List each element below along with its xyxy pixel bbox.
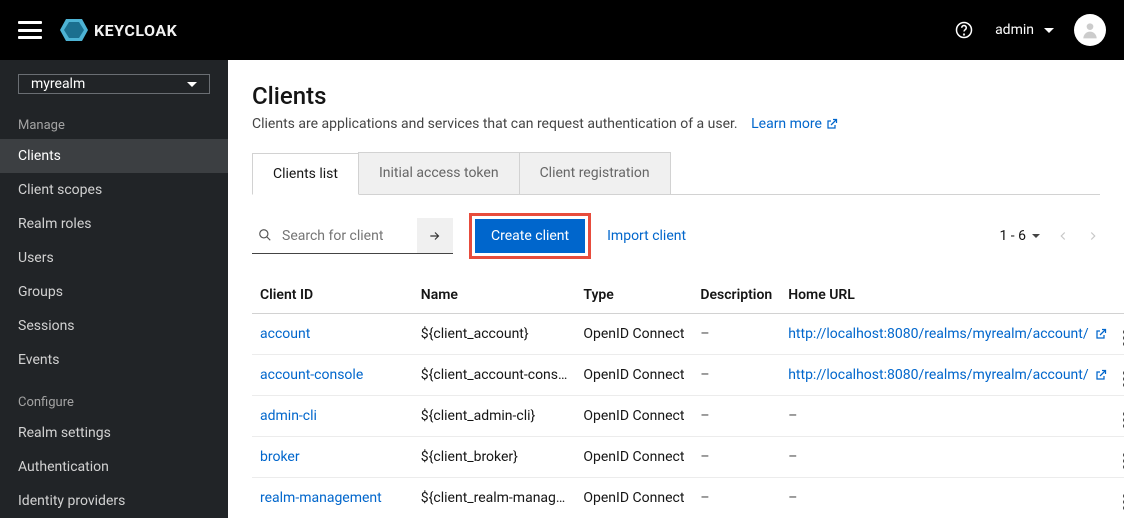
- client-name: ${client_broker}: [413, 437, 576, 478]
- external-link-icon: [826, 118, 838, 130]
- client-row: account ${client_account}OpenID Connect– h…: [252, 314, 1124, 355]
- client-desc: –: [700, 408, 709, 424]
- next-page[interactable]: [1086, 229, 1100, 243]
- client-row: account-console ${client_account-cons…Ope…: [252, 355, 1124, 396]
- brand-logo[interactable]: KEYCLOAK: [60, 19, 177, 41]
- user-icon: [1080, 20, 1100, 40]
- external-link-icon: [1095, 328, 1107, 340]
- page-title: Clients: [252, 82, 1100, 110]
- external-link-icon: [1095, 369, 1107, 381]
- realm-name: myrealm: [31, 76, 85, 92]
- nav-clients[interactable]: Clients: [0, 139, 228, 173]
- col-client-id: Client ID: [252, 277, 413, 314]
- client-type: OpenID Connect: [575, 396, 692, 437]
- client-id-link[interactable]: realm-management: [260, 490, 382, 506]
- learn-more-link[interactable]: Learn more: [751, 116, 838, 132]
- col-name: Name: [413, 277, 576, 314]
- nav-realm-roles[interactable]: Realm roles: [0, 207, 228, 241]
- client-row: broker${client_broker}OpenID Connect––: [252, 437, 1124, 478]
- sidebar: myrealm Manage ClientsClient scopesRealm…: [0, 60, 228, 518]
- search-button[interactable]: [417, 218, 453, 254]
- section-configure: Configure: [0, 387, 228, 416]
- section-manage: Manage: [0, 110, 228, 139]
- user-name: admin: [995, 22, 1034, 38]
- create-client-button[interactable]: Create client: [475, 219, 585, 253]
- page-subtitle: Clients are applications and services th…: [252, 116, 1100, 132]
- import-client-link[interactable]: Import client: [607, 228, 686, 244]
- nav-sessions[interactable]: Sessions: [0, 309, 228, 343]
- client-id-link[interactable]: account: [260, 326, 310, 342]
- client-name: ${client_admin-cli}: [413, 396, 576, 437]
- client-type: OpenID Connect: [575, 355, 692, 396]
- client-desc: –: [700, 449, 709, 465]
- realm-selector[interactable]: myrealm: [18, 74, 210, 94]
- nav-events[interactable]: Events: [0, 343, 228, 377]
- clients-table: Client IDNameTypeDescriptionHome URL acc…: [252, 277, 1124, 518]
- nav-identity-providers[interactable]: Identity providers: [0, 484, 228, 518]
- keycloak-icon: [60, 19, 88, 41]
- nav-groups[interactable]: Groups: [0, 275, 228, 309]
- help-icon[interactable]: [955, 21, 973, 39]
- main-content: Clients Clients are applications and ser…: [228, 60, 1124, 518]
- client-row: realm-management ${client_realm-manag…Ope…: [252, 478, 1124, 518]
- client-row: admin-cli ${client_admin-cli}OpenID Conne…: [252, 396, 1124, 437]
- user-menu[interactable]: admin: [995, 22, 1054, 38]
- caret-down-icon: [1044, 28, 1054, 33]
- caret-down-icon: [1032, 234, 1040, 238]
- create-client-highlight: Create client: [469, 213, 591, 259]
- home-url-link[interactable]: http://localhost:8080/realms/myrealm/acc…: [788, 326, 1106, 342]
- prev-page[interactable]: [1056, 229, 1070, 243]
- nav-users[interactable]: Users: [0, 241, 228, 275]
- chevron-down-icon: [187, 82, 197, 87]
- arrow-right-icon: [428, 229, 442, 243]
- pager-top: 1 - 6: [999, 228, 1100, 244]
- client-desc: –: [700, 367, 709, 383]
- client-id-link[interactable]: account-console: [260, 367, 363, 383]
- empty: –: [788, 449, 797, 465]
- client-desc: –: [700, 490, 709, 506]
- col-home-url: Home URL: [780, 277, 1114, 314]
- search-icon: [258, 228, 272, 242]
- client-type: OpenID Connect: [575, 314, 692, 355]
- client-name: ${client_account}: [413, 314, 576, 355]
- nav-authentication[interactable]: Authentication: [0, 450, 228, 484]
- empty: –: [788, 490, 797, 506]
- menu-toggle[interactable]: [18, 21, 42, 39]
- client-name: ${client_realm-manag…: [413, 478, 576, 518]
- nav-client-scopes[interactable]: Client scopes: [0, 173, 228, 207]
- client-type: OpenID Connect: [575, 437, 692, 478]
- brand-text: KEYCLOAK: [94, 21, 177, 40]
- client-id-link[interactable]: admin-cli: [260, 408, 317, 424]
- nav-realm-settings[interactable]: Realm settings: [0, 416, 228, 450]
- client-type: OpenID Connect: [575, 478, 692, 518]
- empty: –: [788, 408, 797, 424]
- tab-client-registration[interactable]: Client registration: [519, 152, 671, 194]
- col-type: Type: [575, 277, 692, 314]
- col-description: Description: [692, 277, 780, 314]
- col-actions: [1115, 277, 1124, 314]
- tab-initial-access-token[interactable]: Initial access token: [358, 152, 520, 194]
- search-input[interactable]: [252, 218, 417, 254]
- client-desc: –: [700, 326, 709, 342]
- tab-clients-list[interactable]: Clients list: [252, 153, 359, 195]
- home-url-link[interactable]: http://localhost:8080/realms/myrealm/acc…: [788, 367, 1106, 383]
- client-name: ${client_account-cons…: [413, 355, 576, 396]
- page-range[interactable]: 1 - 6: [999, 228, 1040, 244]
- avatar[interactable]: [1074, 14, 1106, 46]
- client-id-link[interactable]: broker: [260, 449, 300, 465]
